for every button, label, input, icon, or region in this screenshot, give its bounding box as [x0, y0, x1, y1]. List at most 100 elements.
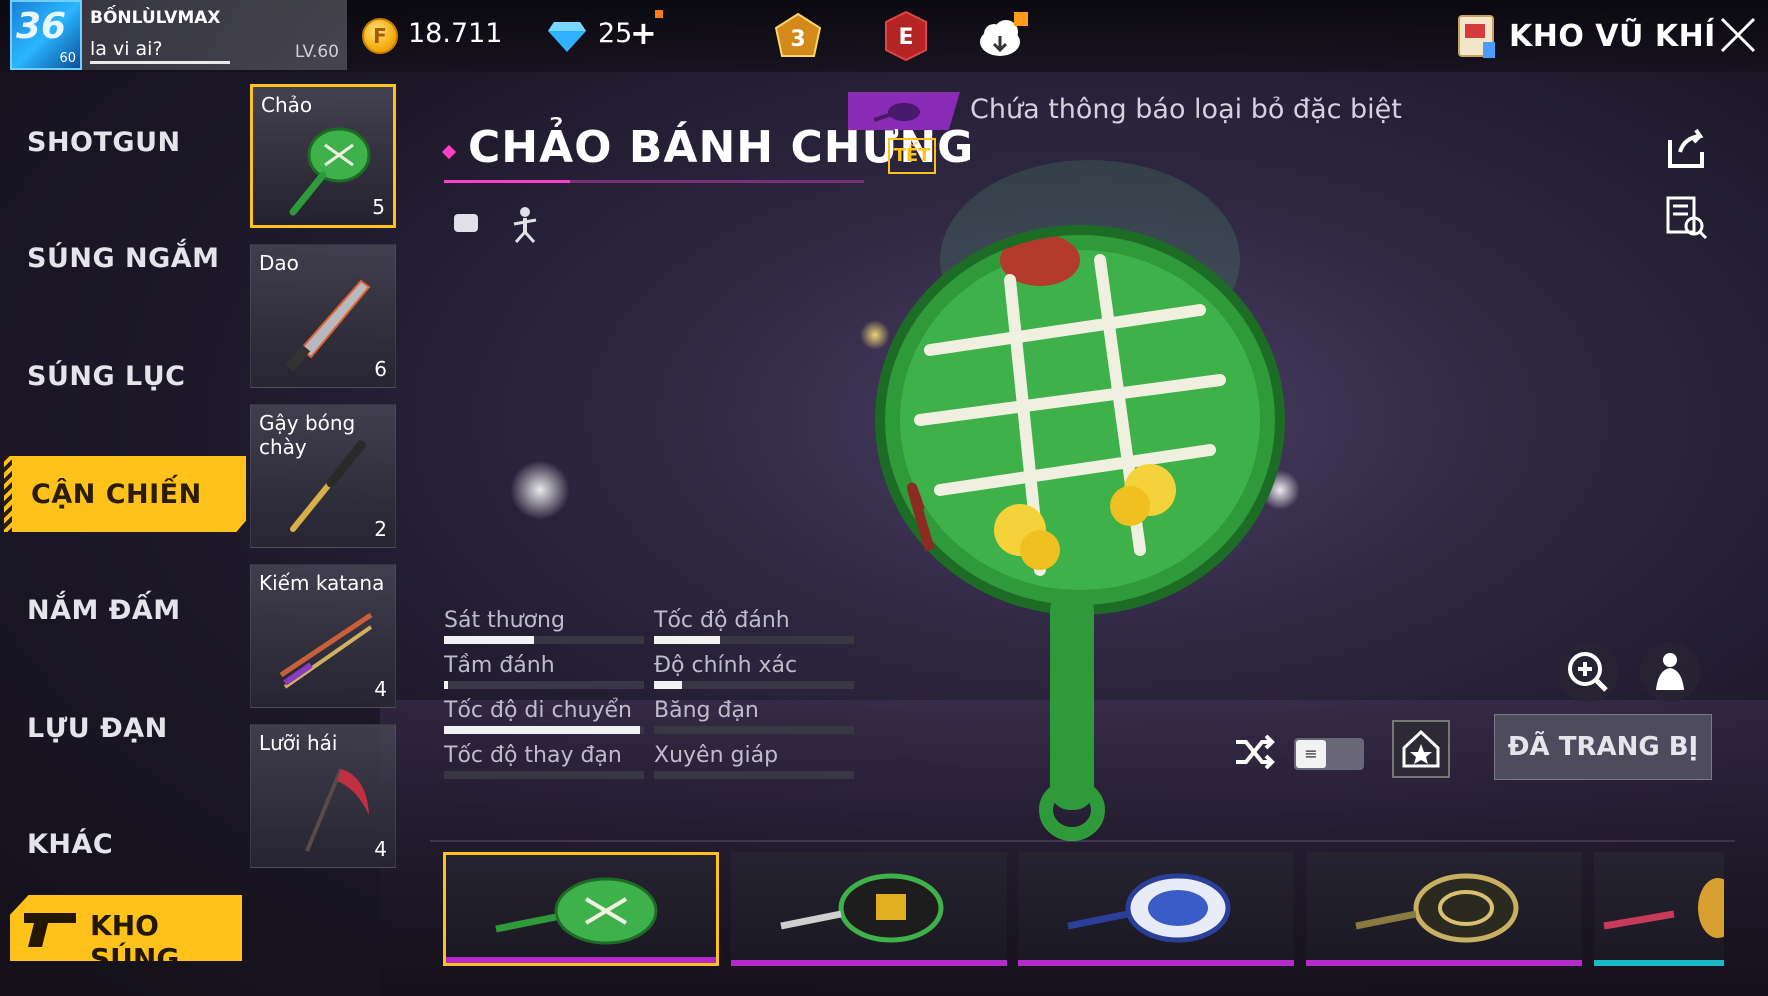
scythe-icon — [305, 768, 369, 852]
weapon-count: 4 — [374, 837, 387, 861]
stat-reload-speed: Tốc độ thay đạn — [444, 743, 644, 779]
shuffle-icon[interactable] — [1232, 732, 1278, 772]
category-melee[interactable]: CẬN CHIẾN — [4, 456, 246, 532]
gun-storage-label: KHO SÚNG — [90, 909, 180, 975]
stat-label: Tốc độ đánh — [654, 608, 790, 633]
pan-skin-icon — [1067, 873, 1231, 943]
pan-skin-icon — [495, 877, 658, 945]
stat-fill — [654, 681, 682, 689]
stat-bar — [654, 726, 854, 734]
rarity-bar — [1018, 960, 1294, 966]
elite-badge-text: E — [898, 25, 913, 50]
gun-icon — [24, 913, 76, 947]
stat-bar — [444, 636, 644, 644]
title-marker — [441, 144, 457, 160]
equipped-button[interactable]: ĐÃ TRANG BỊ — [1494, 714, 1712, 780]
player-panel[interactable]: BỐNLÙLVMAX la vi ai? LV.60 — [82, 0, 347, 70]
stat-label: Băng đạn — [654, 698, 759, 723]
gold-amount: 18.711 — [408, 18, 503, 49]
rarity-bar — [1306, 960, 1582, 966]
category-sniper[interactable]: SÚNG NGẮM — [0, 220, 246, 296]
weapon-item-baseball-bat[interactable]: Gậy bóng chày 2 — [250, 404, 396, 548]
stat-label: Tầm đánh — [444, 653, 555, 678]
diamond-icon — [548, 22, 586, 52]
skin-item-blue-dragon[interactable] — [1018, 852, 1294, 966]
xp-bar — [90, 61, 230, 64]
stat-fill — [654, 636, 720, 644]
search-plus-icon — [1568, 652, 1608, 692]
elite-pass-icon[interactable]: E — [878, 10, 934, 62]
stat-label: Xuyên giáp — [654, 743, 779, 768]
avatar[interactable]: 36 60 — [10, 0, 82, 70]
weapon-book-icon — [1458, 15, 1495, 58]
weapon-item-katana[interactable]: Kiếm katana 4 — [250, 564, 396, 708]
stat-fill — [444, 636, 534, 644]
skin-item-green-gold[interactable] — [731, 852, 1007, 966]
stat-magazine: Băng đạn — [654, 698, 854, 734]
stat-move-speed: Tốc độ di chuyển — [444, 698, 644, 734]
fist-icon — [454, 214, 478, 232]
notification-dot — [655, 10, 663, 18]
coin-icon: F — [362, 18, 398, 54]
close-icon — [1720, 17, 1756, 53]
character-icon — [1656, 653, 1684, 690]
rarity-bar — [1594, 960, 1724, 966]
close-button[interactable] — [1708, 0, 1768, 70]
weapon-name: Dao — [259, 251, 299, 275]
background-light — [510, 460, 570, 520]
stat-bar — [654, 636, 854, 644]
player-name: BỐNLÙLVMAX — [90, 8, 221, 28]
topup-button[interactable]: + — [630, 14, 657, 52]
category-pistol[interactable]: SÚNG LỤC — [0, 338, 246, 414]
stat-label: Sát thương — [444, 608, 565, 633]
page-title: KHO VŨ KHÍ — [1509, 18, 1716, 54]
stat-label: Tốc độ di chuyển — [444, 698, 632, 723]
pan-icon — [289, 127, 371, 216]
list-icon: ≡ — [1296, 740, 1326, 768]
skin-item-gold[interactable] — [1306, 852, 1582, 966]
stat-bar — [444, 771, 644, 779]
weapon-item-scythe[interactable]: Lưỡi hái 4 — [250, 724, 396, 868]
stat-damage: Sát thương — [444, 608, 644, 644]
diamond-amount: 25 — [598, 18, 633, 49]
view-toggle[interactable]: ≡ — [1294, 738, 1364, 770]
weapon-count: 4 — [374, 677, 387, 701]
category-other[interactable]: KHÁC — [0, 806, 246, 882]
pan-skin-icon — [780, 873, 944, 943]
weapon-name: Kiếm katana — [259, 571, 385, 595]
category-grenade[interactable]: LỰU ĐẠN — [0, 690, 246, 766]
avatar-sublevel: 60 — [59, 51, 76, 66]
weapon-item-pan[interactable]: Chảo 5 — [250, 84, 396, 228]
character-pose-icon — [513, 207, 537, 244]
weapon-item-knife[interactable]: Dao 6 — [250, 244, 396, 388]
weapon-name: Chảo — [261, 93, 313, 117]
player-level: LV.60 — [294, 42, 339, 62]
details-icon[interactable] — [1662, 194, 1710, 242]
tet-badge: TẾT — [888, 138, 936, 174]
skin-item-teal[interactable] — [1594, 852, 1724, 966]
zoom-button[interactable] — [1558, 642, 1618, 702]
category-shotgun[interactable]: SHOTGUN — [0, 104, 246, 180]
notice-text: Chứa thông báo loại bỏ đặc biệt — [970, 94, 1402, 125]
weapon-name: Lưỡi hái — [259, 731, 338, 755]
gun-storage-button[interactable]: KHO SÚNG — [10, 895, 242, 961]
pan-skin-icon — [1355, 873, 1519, 943]
weapon-count: 5 — [372, 195, 385, 219]
home-icon — [1402, 729, 1440, 768]
cloud-gift-icon[interactable] — [974, 10, 1030, 62]
knife-icon — [285, 279, 371, 372]
skin-item-banh-chung[interactable] — [443, 852, 719, 966]
rank-icon[interactable]: 3 — [770, 10, 826, 62]
share-icon[interactable] — [1662, 124, 1710, 172]
rarity-bar — [731, 960, 1007, 966]
level-badge: 36 — [16, 6, 67, 47]
baseball-bat-icon — [290, 440, 366, 532]
title-underline — [444, 180, 864, 183]
character-preview-button[interactable] — [1640, 642, 1700, 702]
stat-fill — [444, 726, 640, 734]
weapon-count: 6 — [374, 357, 387, 381]
stat-label: Độ chính xác — [654, 653, 798, 678]
rank-badge-text: 3 — [790, 27, 805, 52]
category-fist[interactable]: NẮM ĐẤM — [0, 572, 246, 648]
lobby-display-button[interactable] — [1392, 720, 1450, 778]
